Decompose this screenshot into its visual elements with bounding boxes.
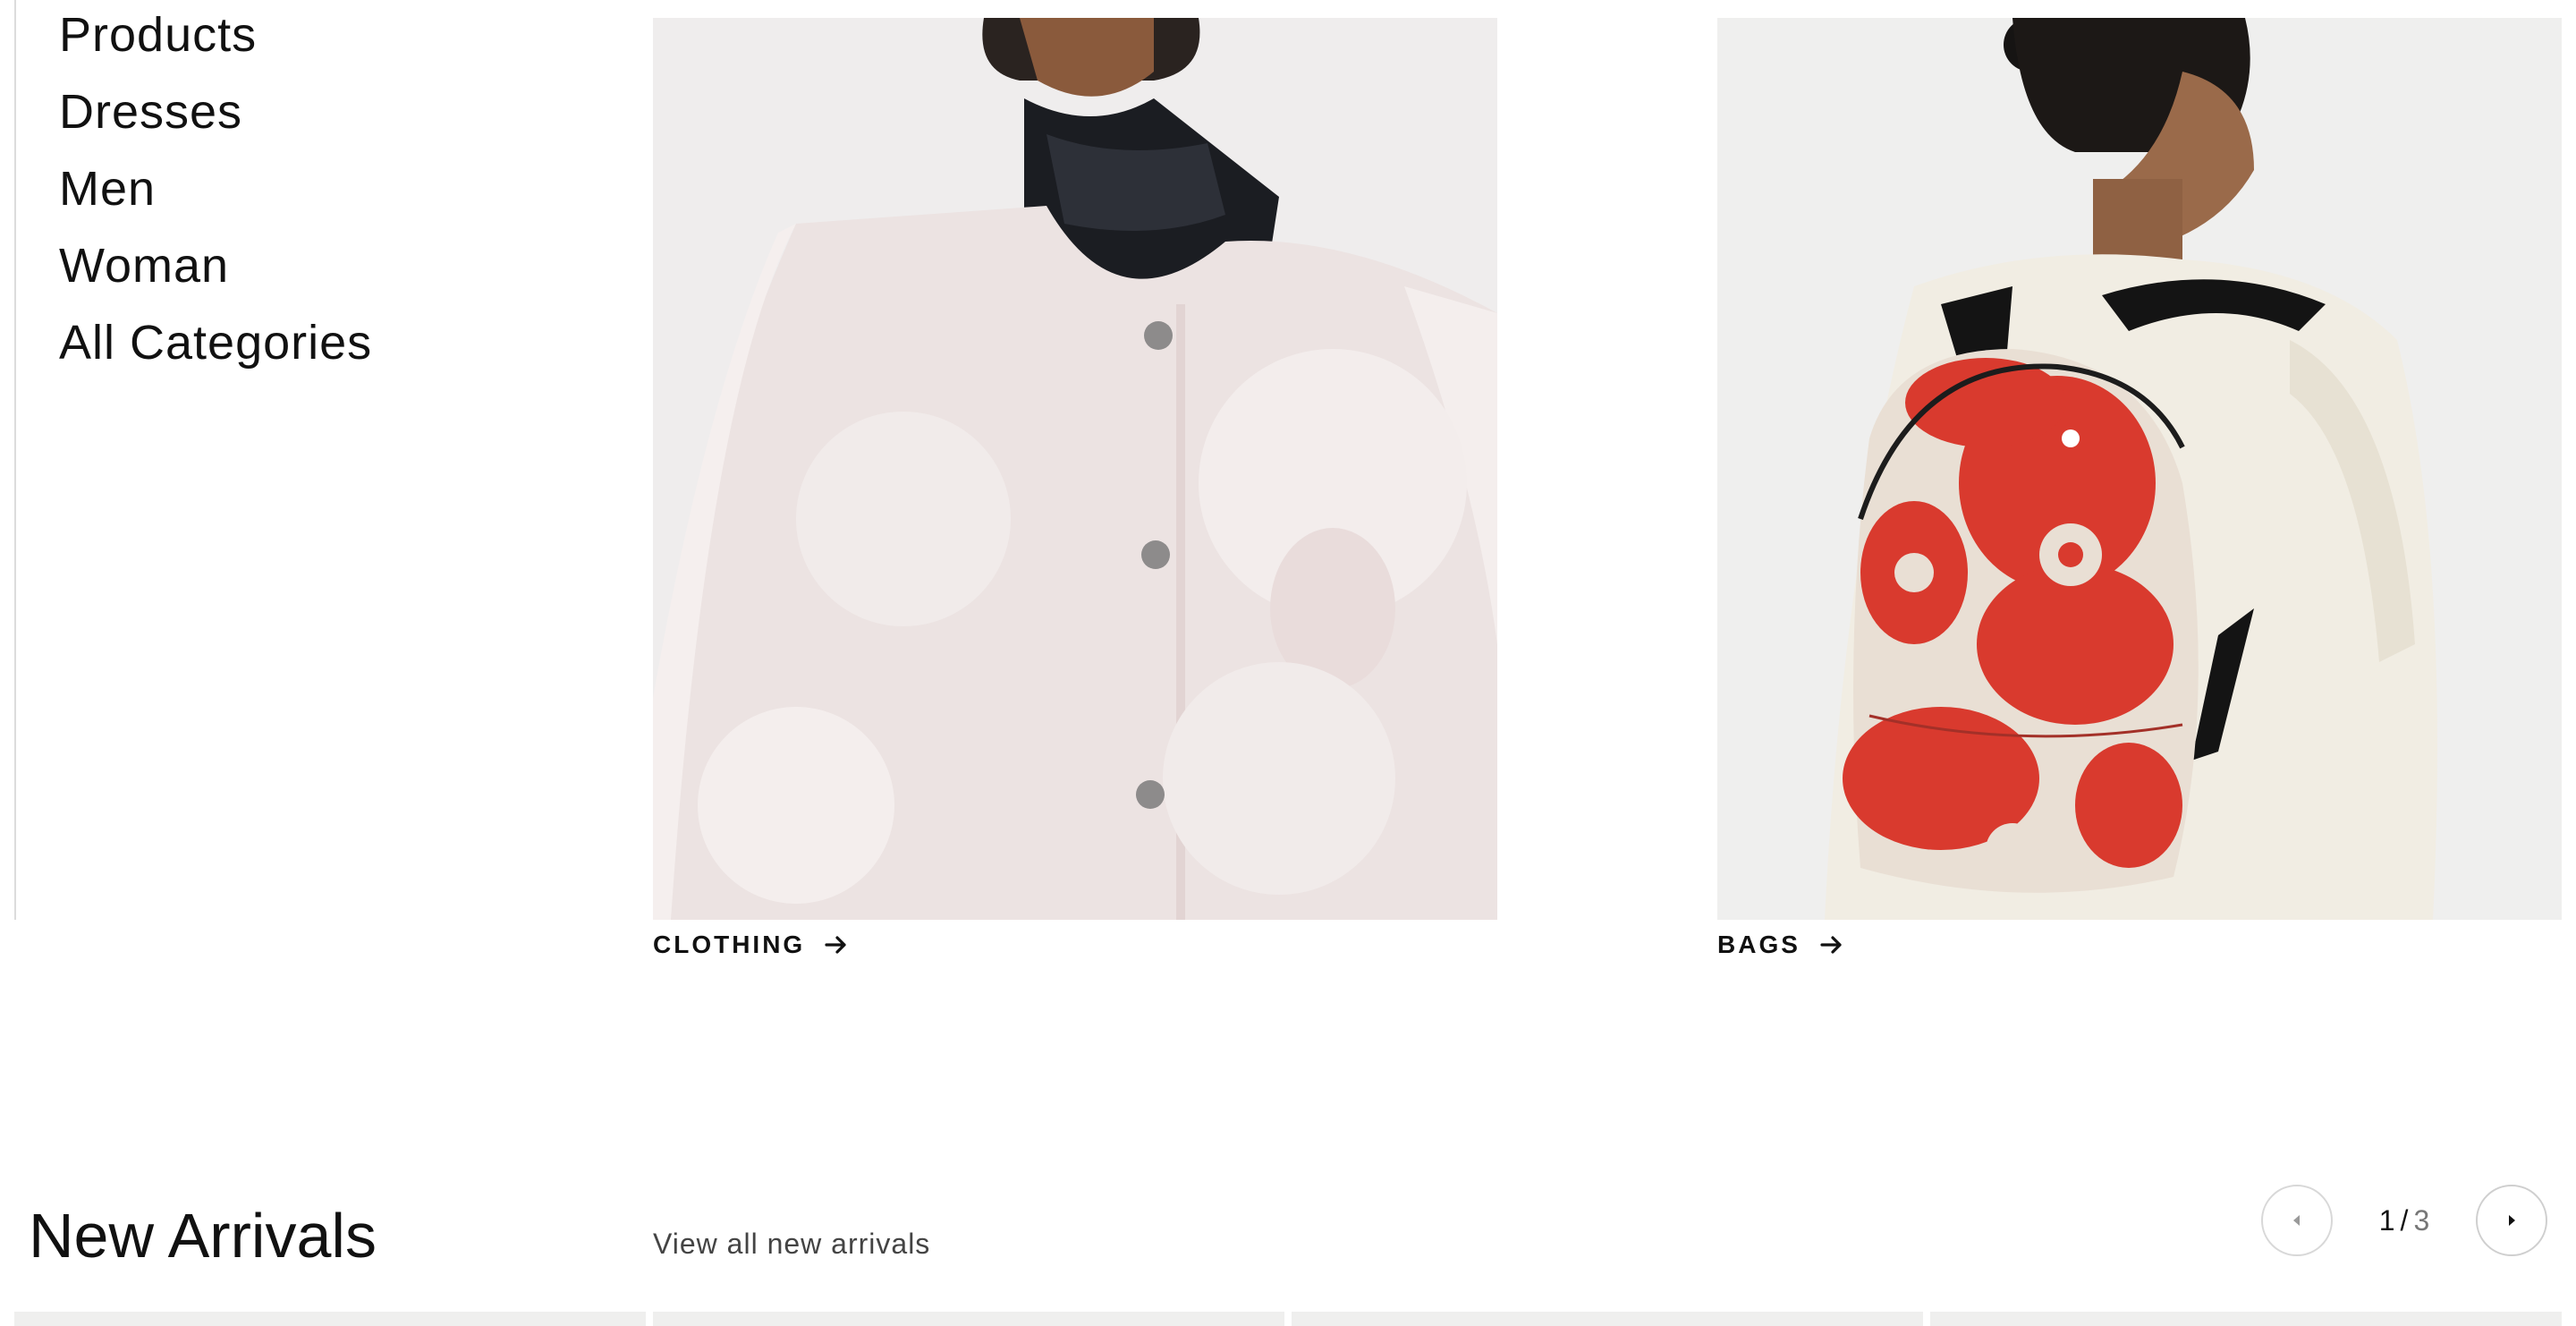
carousel-page-separator: / [2400,1203,2409,1237]
caret-right-icon [2509,1215,2515,1226]
new-arrivals-carousel [14,1312,2562,1326]
new-arrivals-heading: New Arrivals [29,1201,377,1271]
category-link-woman[interactable]: Woman [59,227,372,304]
carousel-pager: 1/3 [2261,1185,2547,1256]
clothing-link-label: CLOTHING [653,931,806,958]
carousel-page-indicator: 1/3 [2333,1204,2476,1237]
bags-photo [1717,18,2562,920]
carousel-prev-button[interactable] [2261,1185,2333,1256]
arrow-right-icon [825,936,846,954]
carousel-current-page: 1 [2378,1203,2395,1237]
sidebar-divider [14,0,16,920]
carousel-total-pages: 3 [2413,1203,2430,1237]
clothing-tile-image[interactable] [653,18,1497,920]
product-card[interactable] [1930,1312,2562,1326]
bags-tile-image[interactable] [1717,18,2562,920]
product-card[interactable] [653,1312,1284,1326]
category-link-all[interactable]: All Categories [59,304,372,381]
category-link-dresses[interactable]: Dresses [59,73,372,150]
bags-category-link[interactable]: BAGS [1717,929,1843,961]
view-all-new-arrivals-link[interactable]: View all new arrivals [653,1228,930,1261]
arrow-right-icon [1820,936,1842,954]
carousel-next-button[interactable] [2476,1185,2547,1256]
category-menu: Products Dresses Men Woman All Categorie… [59,0,372,381]
product-card[interactable] [14,1312,646,1326]
clothing-category-link[interactable]: CLOTHING [653,929,848,961]
category-link-products[interactable]: Products [59,0,372,73]
clothing-photo [653,18,1497,920]
caret-left-icon [2293,1215,2300,1226]
product-card[interactable] [1292,1312,1923,1326]
category-link-men[interactable]: Men [59,150,372,227]
bags-link-label: BAGS [1717,931,1801,958]
